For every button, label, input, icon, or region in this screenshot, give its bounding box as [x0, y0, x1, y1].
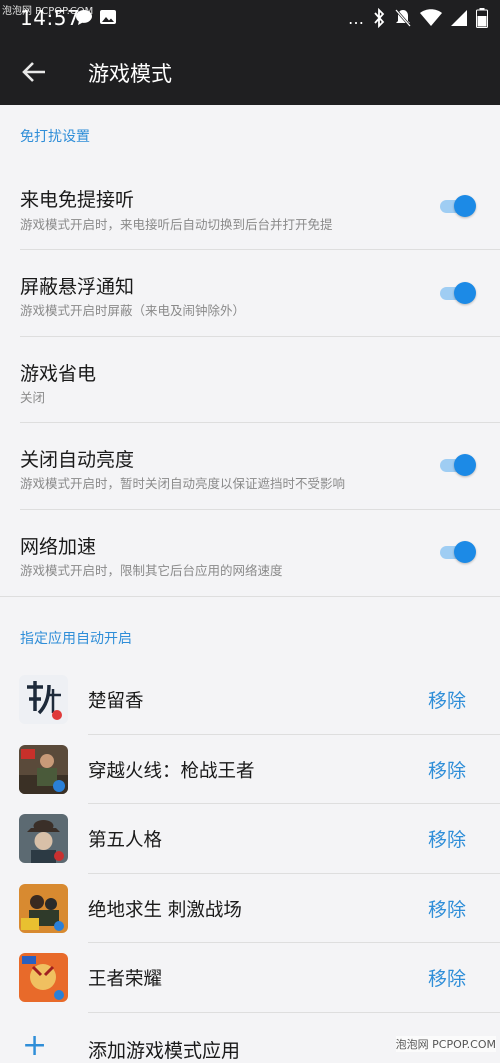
setting-title: 关闭自动亮度	[20, 449, 135, 471]
app-row-identity-v: 第五人格 移除	[0, 804, 500, 873]
setting-title: 网络加速	[20, 536, 97, 558]
toggle-switch-on[interactable]	[436, 454, 476, 476]
bluetooth-icon	[374, 8, 385, 28]
divider	[88, 1012, 500, 1013]
app-row-chuliuxiang: 楚留香 移除	[0, 665, 500, 734]
watermark-bottom: 泡泡网 PCPOP.COM	[395, 1036, 496, 1052]
battery-icon	[476, 8, 488, 28]
add-app-label: 添加游戏模式应用	[88, 1040, 241, 1062]
remove-button[interactable]: 移除	[428, 825, 466, 852]
app-name: 第五人格	[88, 830, 163, 851]
remove-button[interactable]: 移除	[428, 686, 466, 713]
mute-icon	[395, 9, 411, 27]
setting-title: 游戏省电	[20, 363, 97, 385]
remove-button[interactable]: 移除	[428, 895, 466, 922]
toggle-switch-on[interactable]	[436, 541, 476, 563]
wifi-icon	[420, 9, 442, 26]
remove-button[interactable]: 移除	[428, 756, 466, 783]
setting-subtitle: 游戏模式开启时，限制其它后台应用的网络速度	[20, 563, 283, 578]
setting-row-block-floating-notifications[interactable]: 屏蔽悬浮通知 游戏模式开启时屏蔽（来电及闹钟除外）	[0, 250, 500, 336]
app-row-crossfire: 穿越火线：枪战王者 移除	[0, 735, 500, 804]
chuliuxiang-app-icon	[19, 675, 68, 724]
pubg-mobile-app-icon	[19, 884, 68, 933]
signal-icon	[451, 10, 467, 26]
app-row-honor-of-kings: 王者荣耀 移除	[0, 943, 500, 1012]
setting-status: 关闭	[20, 390, 46, 405]
setting-row-handsfree-answer[interactable]: 来电免提接听 游戏模式开启时，来电接听后自动切换到后台并打开免提	[0, 165, 500, 249]
app-name: 穿越火线：枪战王者	[88, 761, 255, 782]
setting-subtitle: 游戏模式开启时，来电接听后自动切换到后台并打开免提	[20, 217, 333, 232]
setting-row-network-acceleration[interactable]: 网络加速 游戏模式开启时，限制其它后台应用的网络速度	[0, 510, 500, 596]
app-name: 楚留香	[88, 691, 144, 712]
setting-row-disable-auto-brightness[interactable]: 关闭自动亮度 游戏模式开启时，暂时关闭自动亮度以保证遮挡时不受影响	[0, 423, 500, 509]
identity-v-app-icon	[19, 814, 68, 863]
status-bar: 泡泡网 PCPOP.COM 14:57 …	[0, 0, 500, 38]
app-bar: 游戏模式	[0, 38, 500, 105]
setting-subtitle: 游戏模式开启时屏蔽（来电及闹钟除外）	[20, 303, 246, 318]
honor-of-kings-app-icon	[19, 953, 68, 1002]
section-header-auto-enable-apps: 指定应用自动开启	[20, 631, 132, 647]
setting-title: 来电免提接听	[20, 189, 135, 211]
toggle-switch-on[interactable]	[436, 282, 476, 304]
image-notification-icon	[100, 10, 116, 24]
app-row-pubg-mobile: 绝地求生 刺激战场 移除	[0, 874, 500, 943]
more-notifications-icon: …	[348, 8, 364, 28]
app-name: 绝地求生 刺激战场	[88, 900, 242, 921]
setting-row-game-power-saving[interactable]: 游戏省电 关闭	[0, 337, 500, 423]
remove-button[interactable]: 移除	[428, 964, 466, 991]
status-time: 14:57	[20, 6, 81, 30]
toggle-switch-on[interactable]	[436, 195, 476, 217]
chat-notification-icon	[76, 10, 92, 25]
page-title: 游戏模式	[88, 62, 172, 86]
section-divider	[0, 596, 500, 597]
app-name: 王者荣耀	[88, 969, 163, 990]
setting-subtitle: 游戏模式开启时，暂时关闭自动亮度以保证遮挡时不受影响	[20, 476, 346, 491]
plus-icon: +	[22, 1028, 48, 1063]
crossfire-app-icon	[19, 745, 68, 794]
back-arrow-icon[interactable]	[20, 58, 48, 86]
setting-title: 屏蔽悬浮通知	[20, 276, 135, 298]
section-header-do-not-disturb: 免打扰设置	[20, 129, 90, 145]
